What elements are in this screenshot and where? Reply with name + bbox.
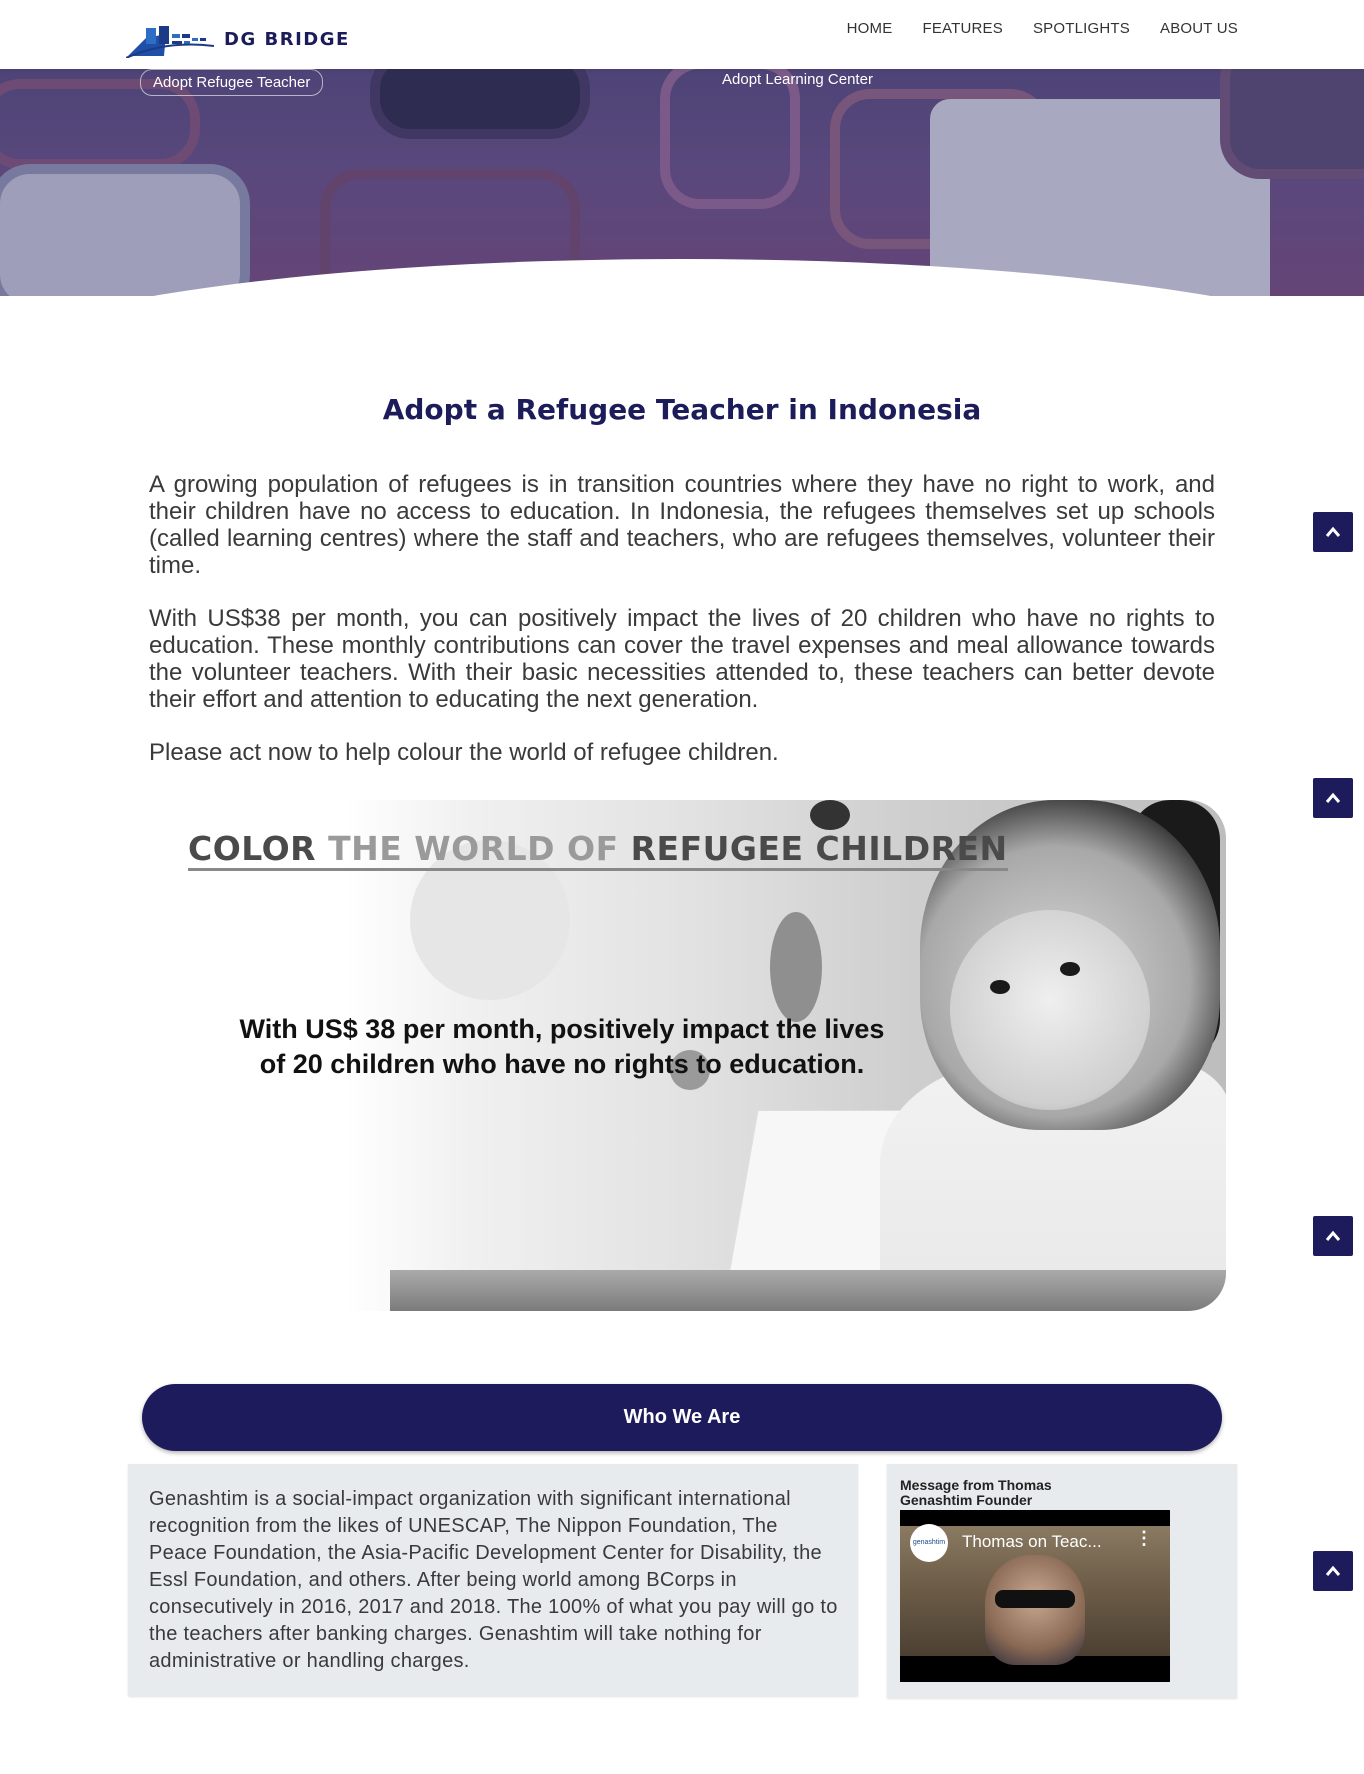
page-title: Adopt a Refugee Teacher in Indonesia xyxy=(382,393,982,426)
banner-subtext-line2: of 20 children who have no rights to edu… xyxy=(259,1049,865,1079)
brand-name: DG BRIDGE xyxy=(224,28,350,50)
nav-about-link[interactable]: ABOUT US xyxy=(1160,20,1238,37)
banner-photo-shape xyxy=(810,800,850,830)
video-thumbnail-person xyxy=(985,1555,1085,1665)
contribution-paragraph: With US$38 per month, you can positively… xyxy=(149,605,1215,713)
back-to-top-button[interactable] xyxy=(1313,512,1353,552)
video-channel-avatar[interactable]: genashtim xyxy=(910,1524,948,1562)
chevron-up-icon xyxy=(1325,526,1341,537)
nav-home-link[interactable]: HOME xyxy=(847,20,893,37)
video-thumbnail-glasses xyxy=(995,1590,1075,1608)
back-to-top-button[interactable] xyxy=(1313,1216,1353,1256)
nav-features-link[interactable]: FEATURES xyxy=(922,20,1003,37)
banner-photo-shape xyxy=(1060,962,1080,976)
banner-headline-part1: COLOR xyxy=(188,829,329,868)
chevron-up-icon xyxy=(1325,1565,1341,1576)
chevron-up-icon xyxy=(1325,792,1341,803)
back-to-top-button[interactable] xyxy=(1313,1551,1353,1591)
who-we-are-heading[interactable]: Who We Are xyxy=(142,1384,1222,1451)
back-to-top-button[interactable] xyxy=(1313,778,1353,818)
banner-photo-shape xyxy=(390,1270,1226,1311)
main-menu: HOME FEATURES SPOTLIGHTS ABOUT US xyxy=(847,20,1238,37)
video-title[interactable]: Thomas on Teac... xyxy=(962,1532,1102,1552)
founder-message-title: Message from Thomas Genashtim Founder xyxy=(900,1478,1220,1508)
who-we-are-card: Genashtim is a social-impact organizatio… xyxy=(128,1464,858,1696)
adopt-center-pill[interactable]: Adopt Learning Center xyxy=(710,69,885,92)
adopt-teacher-pill[interactable]: Adopt Refugee Teacher xyxy=(140,69,324,96)
founder-message-title-line1: Message from Thomas xyxy=(900,1477,1052,1493)
who-we-are-text: Genashtim is a social-impact organizatio… xyxy=(149,1488,838,1672)
nav-spotlights-link[interactable]: SPOTLIGHTS xyxy=(1033,20,1130,37)
founder-message-title-line2: Genashtim Founder xyxy=(900,1492,1033,1508)
top-navbar: DG BRIDGE HOME FEATURES SPOTLIGHTS ABOUT… xyxy=(0,0,1364,69)
banner-subtext-line1: With US$ 38 per month, positively impact… xyxy=(239,1014,885,1044)
more-vert-icon[interactable]: ⋮ xyxy=(1135,1528,1153,1549)
banner-photo-shape xyxy=(770,912,822,1022)
color-the-world-banner: COLOR THE WORLD OF REFUGEE CHILDREN With… xyxy=(150,800,1226,1311)
intro-paragraph: A growing population of refugees is in t… xyxy=(149,471,1215,579)
banner-headline-part2: THE WORLD OF xyxy=(328,829,631,868)
banner-subtext: With US$ 38 per month, positively impact… xyxy=(202,1012,922,1082)
call-to-action-paragraph: Please act now to help colour the world … xyxy=(149,739,779,766)
logo-icon xyxy=(125,16,216,59)
founder-video-player[interactable]: genashtim Thomas on Teac... ⋮ xyxy=(900,1510,1170,1682)
hero-banner: Adopt Refugee Teacher Adopt Learning Cen… xyxy=(0,69,1364,296)
banner-headline: COLOR THE WORLD OF REFUGEE CHILDREN xyxy=(188,830,1008,871)
chevron-up-icon xyxy=(1325,1230,1341,1241)
banner-photo-shape xyxy=(950,910,1150,1110)
brand-logo[interactable]: DG BRIDGE xyxy=(125,16,350,59)
banner-headline-part3: REFUGEE CHILDREN xyxy=(630,829,1008,868)
founder-message-card: Message from Thomas Genashtim Founder ge… xyxy=(887,1464,1237,1698)
banner-photo-shape xyxy=(990,980,1010,994)
